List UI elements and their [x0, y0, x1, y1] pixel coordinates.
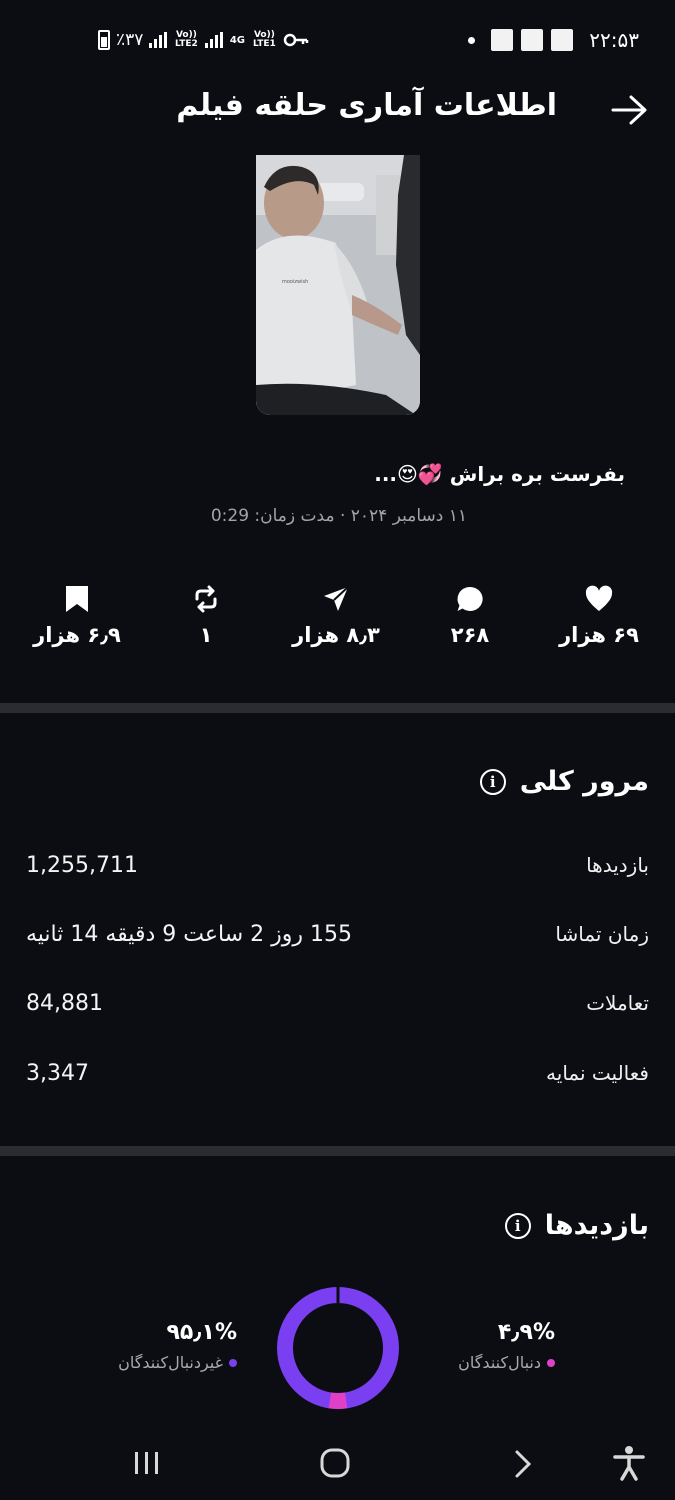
reposts-count: ۱ [199, 623, 213, 647]
network-tag-lte2: Vo)) LTE2 [175, 30, 198, 49]
followers-label: دنبال‌کنندگان [458, 1353, 541, 1372]
back-chevron-icon[interactable] [510, 1449, 536, 1479]
notification-dot-icon [468, 36, 476, 44]
home-icon[interactable] [318, 1447, 352, 1479]
overview-row-interactions: 84,881 تعاملات [26, 983, 649, 1023]
reposts-stat[interactable]: ۱ [151, 585, 261, 647]
non-followers-legend: ۹۵٫۱% غیردنبال‌کنندگان [118, 1320, 237, 1372]
followers-pct: ۴٫۹% [497, 1320, 555, 1345]
post-caption: بفرست بره براش 💞😍... [374, 462, 625, 486]
heart-icon [585, 585, 613, 611]
watch-time-label: زمان تماشا [555, 922, 649, 946]
comments-count: ۲۶۸ [450, 623, 490, 647]
status-time: ۲۲:۵۳ [589, 28, 639, 52]
shares-count: ۸٫۳ هزار [292, 623, 380, 647]
views-value: 1,255,711 [26, 852, 138, 878]
overview-row-watch-time: 155 روز 2 ساعت 9 دقیقه 14 ثانیه زمان تما… [26, 914, 649, 954]
saves-stat[interactable]: ۶٫۹ هزار [22, 585, 132, 647]
notification-icon [521, 29, 544, 51]
info-icon[interactable]: i [504, 1212, 531, 1239]
key-icon [284, 33, 309, 47]
overview-row-profile-activity: 3,347 فعالیت نمایه [26, 1053, 649, 1093]
network-tag-4g: 4G [229, 34, 245, 46]
status-right: ۲۲:۵۳ [468, 28, 639, 52]
views-label: بازدیدها [586, 853, 649, 877]
notification-icon [551, 29, 574, 51]
signal-icon [205, 32, 224, 48]
interactions-value: 84,881 [26, 990, 103, 1016]
bookmark-icon [66, 586, 88, 612]
info-icon[interactable]: i [479, 768, 506, 795]
likes-stat[interactable]: ۶۹ هزار [544, 585, 654, 647]
repost-icon [195, 585, 217, 613]
reel-thumbnail[interactable]: mooizwish [256, 155, 420, 415]
network-tag-lte1: Vo)) LTE1 [253, 30, 276, 49]
likes-count: ۶۹ هزار [559, 623, 639, 647]
overview-title: مرور کلی i [479, 766, 649, 797]
reel-thumbnail-image: mooizwish [256, 155, 420, 415]
back-arrow-icon[interactable] [609, 94, 649, 126]
section-divider [0, 703, 675, 713]
profile-activity-value: 3,347 [26, 1060, 89, 1086]
shirt-text: mooizwish [282, 279, 308, 285]
overview-row-views: 1,255,711 بازدیدها [26, 845, 649, 885]
status-left: ٪۳۷ Vo)) LTE2 4G Vo)) LTE1 [98, 30, 309, 50]
non-followers-dot-icon [229, 1358, 237, 1367]
notification-icon [491, 29, 514, 51]
system-nav-bar [0, 1425, 675, 1500]
comments-stat[interactable]: ۲۶۸ [415, 585, 525, 647]
status-bar: ٪۳۷ Vo)) LTE2 4G Vo)) LTE1 ۲۲:۵۳ [0, 0, 675, 82]
page-title: اطلاعات آماری حلقه فیلم [176, 88, 557, 123]
followers-dot-icon [547, 1358, 555, 1367]
overview-title-text: مرور کلی [519, 766, 649, 797]
profile-activity-label: فعالیت نمایه [546, 1061, 649, 1085]
views-donut-chart [277, 1287, 399, 1409]
followers-legend: ۴٫۹% دنبال‌کنندگان [458, 1320, 555, 1372]
post-meta: ۱۱ دسامبر ۲۰۲۴ · مدت زمان: 0:29 [210, 506, 467, 526]
views-title-text: بازدیدها [544, 1210, 649, 1241]
views-title: بازدیدها i [504, 1210, 649, 1241]
battery-level: ٪۳۷ [116, 30, 144, 50]
watch-time-value: 155 روز 2 ساعت 9 دقیقه 14 ثانیه [26, 921, 352, 947]
section-divider [0, 1146, 675, 1156]
saves-count: ۶٫۹ هزار [33, 623, 121, 647]
recent-apps-icon[interactable] [132, 1449, 162, 1477]
accessibility-icon[interactable] [612, 1445, 646, 1481]
non-followers-arc [277, 1287, 399, 1409]
non-followers-pct: ۹۵٫۱% [166, 1320, 237, 1345]
comment-icon [457, 586, 483, 611]
shares-stat[interactable]: ۸٫۳ هزار [281, 585, 391, 647]
header: اطلاعات آماری حلقه فیلم [0, 82, 675, 138]
signal-icon [149, 32, 168, 48]
interactions-label: تعاملات [586, 991, 649, 1015]
non-followers-label: غیردنبال‌کنندگان [118, 1353, 223, 1372]
send-icon [324, 586, 349, 611]
battery-icon [98, 30, 110, 50]
